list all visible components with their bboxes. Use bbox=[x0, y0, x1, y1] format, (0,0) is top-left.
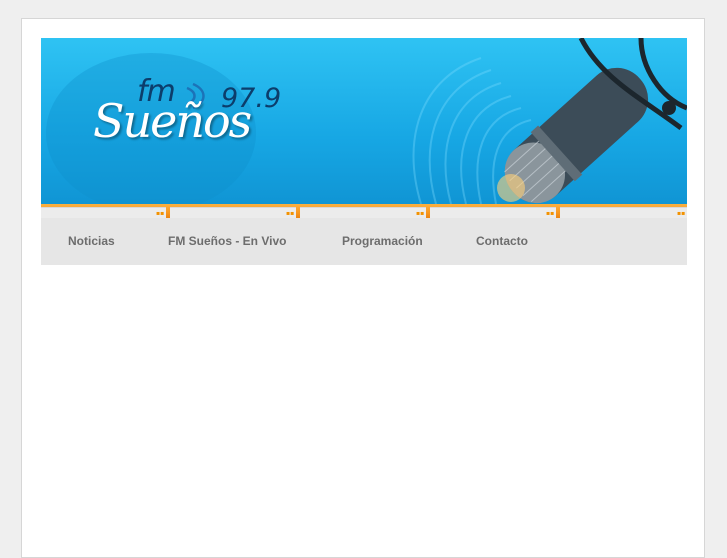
dots-icon: ▪▪ bbox=[677, 210, 686, 217]
nav-item-contacto[interactable]: Contacto bbox=[476, 234, 528, 248]
main-navigation: Noticias FM Sueños - En Vivo Programació… bbox=[41, 218, 687, 265]
nav-tab-decoration: ▪▪ bbox=[300, 207, 426, 218]
dots-icon: ▪▪ bbox=[286, 210, 295, 217]
nav-tab-decoration: ▪▪ bbox=[560, 207, 687, 218]
logo-station-name: Sueños bbox=[93, 94, 252, 148]
nav-tab-decoration: ▪▪ bbox=[170, 207, 296, 218]
nav-item-programacion[interactable]: Programación bbox=[342, 234, 423, 248]
header-banner: fm 97.9 Sueños bbox=[41, 38, 687, 204]
dots-icon: ▪▪ bbox=[156, 210, 165, 217]
page-container: fm 97.9 Sueños ▪▪ ▪▪ ▪▪ ▪▪ ▪▪ Noticias F… bbox=[21, 18, 705, 558]
nav-tab-decoration: ▪▪ bbox=[430, 207, 556, 218]
nav-item-en-vivo[interactable]: FM Sueños - En Vivo bbox=[168, 234, 286, 248]
nav-item-noticias[interactable]: Noticias bbox=[68, 234, 115, 248]
nav-tab-decoration: ▪▪ bbox=[41, 207, 166, 218]
dots-icon: ▪▪ bbox=[416, 210, 425, 217]
dots-icon: ▪▪ bbox=[546, 210, 555, 217]
